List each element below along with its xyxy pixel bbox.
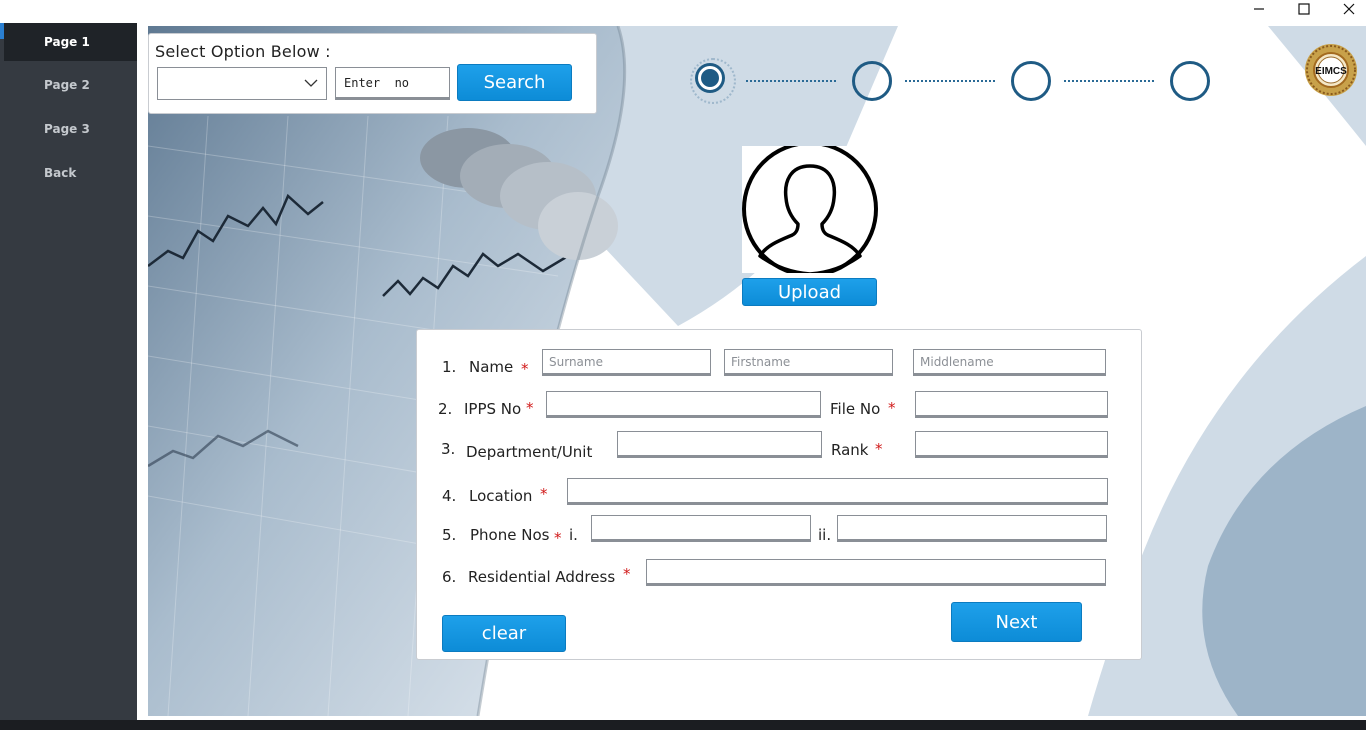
department-label: Department/Unit [466, 443, 593, 461]
upload-button-label: Upload [777, 281, 842, 303]
option-select[interactable] [157, 67, 327, 100]
svg-text:EIMCS: EIMCS [1315, 66, 1347, 77]
row-number: 6. [442, 568, 457, 586]
file-no-input[interactable] [915, 391, 1108, 418]
ipps-input[interactable] [546, 391, 821, 418]
step-connector [905, 80, 995, 82]
department-input[interactable] [617, 431, 822, 458]
close-icon [1343, 2, 1355, 20]
sidebar-item-label: Page 1 [44, 35, 90, 49]
profile-photo [742, 141, 878, 277]
sidebar-item-page-2[interactable]: Page 2 [4, 66, 137, 104]
number-input[interactable] [335, 67, 450, 100]
file-no-label: File No [830, 400, 881, 418]
sidebar-item-page-1[interactable]: Page 1 [4, 23, 137, 61]
location-input[interactable] [567, 478, 1108, 505]
row-number: 2. [438, 400, 453, 418]
row-number: 1. [442, 358, 457, 376]
sidebar-item-page-3[interactable]: Page 3 [4, 110, 137, 148]
close-button[interactable] [1326, 0, 1366, 22]
registration-form: 1. Name * 2. IPPS No * File No * 3. Depa… [416, 329, 1142, 660]
rank-label: Rank [831, 441, 869, 459]
step-3 [1011, 61, 1051, 101]
search-button-label: Search [483, 72, 546, 93]
step-connector [746, 80, 836, 82]
step-4 [1170, 61, 1210, 101]
phone-2-input[interactable] [837, 515, 1107, 542]
middlename-input[interactable] [913, 349, 1106, 376]
ipps-label: IPPS No [464, 400, 522, 418]
search-panel: Select Option Below : Search [148, 33, 597, 114]
required-marker: * [554, 529, 562, 547]
taskbar-edge [0, 720, 1366, 730]
surname-input[interactable] [542, 349, 711, 376]
required-marker: * [875, 440, 883, 458]
step-1 [690, 58, 736, 104]
sidebar: Page 1 Page 2 Page 3 Back [0, 23, 137, 720]
phone-label: Phone Nos [470, 526, 550, 544]
upload-button[interactable]: Upload [742, 278, 877, 306]
minimize-button[interactable] [1236, 0, 1282, 22]
next-button[interactable]: Next [951, 602, 1082, 642]
maximize-icon [1298, 2, 1310, 20]
search-label: Select Option Below : [155, 42, 331, 61]
address-label: Residential Address [468, 568, 616, 586]
sidebar-accent [0, 23, 4, 39]
required-marker: * [521, 360, 529, 378]
row-number: 4. [442, 487, 457, 505]
sidebar-item-label: Back [44, 166, 77, 180]
required-marker: * [623, 565, 631, 583]
address-input[interactable] [646, 559, 1106, 586]
clear-button[interactable]: clear [442, 615, 566, 652]
step-1-indicator [698, 66, 722, 90]
firstname-input[interactable] [724, 349, 893, 376]
step-connector [1064, 80, 1154, 82]
phone-first-marker: i. [569, 526, 578, 544]
row-number: 5. [442, 526, 457, 544]
phone-1-input[interactable] [591, 515, 811, 542]
title-bar [0, 0, 1366, 23]
required-marker: * [540, 485, 548, 503]
sidebar-item-label: Page 2 [44, 78, 90, 92]
maximize-button[interactable] [1281, 0, 1327, 22]
step-2 [852, 61, 892, 101]
eimcs-logo: EIMCS [1304, 43, 1358, 97]
clear-button-label: clear [481, 623, 527, 644]
required-marker: * [888, 399, 896, 417]
location-label: Location [469, 487, 533, 505]
required-marker: * [526, 399, 534, 417]
minimize-icon [1253, 2, 1265, 20]
sidebar-item-label: Page 3 [44, 122, 90, 136]
name-label: Name [469, 358, 514, 376]
rank-input[interactable] [915, 431, 1108, 458]
sidebar-item-back[interactable]: Back [4, 154, 137, 192]
next-button-label: Next [995, 611, 1038, 633]
row-number: 3. [441, 440, 456, 458]
chevron-down-icon [304, 76, 318, 95]
search-button[interactable]: Search [457, 64, 572, 101]
user-silhouette-icon [742, 141, 878, 277]
phone-second-marker: ii. [818, 526, 832, 544]
